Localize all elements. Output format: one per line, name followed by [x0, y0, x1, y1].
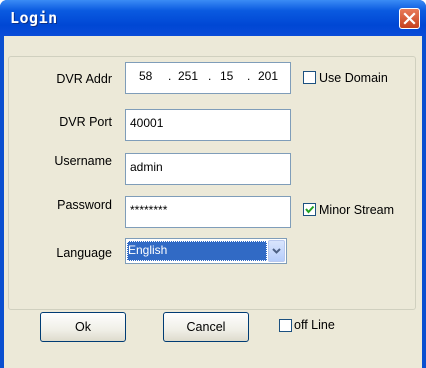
dvr-addr-ip-input[interactable]: 58 . 251 . 15 . 201 [125, 62, 291, 94]
username-label: Username [54, 154, 112, 168]
password-label: Password [57, 198, 112, 212]
language-selected-value: English [127, 241, 267, 261]
title-bar[interactable]: Login [0, 0, 426, 36]
ip-octet-2[interactable]: 251 [178, 69, 198, 83]
language-select[interactable]: English [125, 238, 287, 264]
off-line-label[interactable]: off Line [294, 318, 335, 332]
dialog-title: Login [10, 9, 58, 27]
ok-button[interactable]: Ok [40, 312, 126, 342]
password-input[interactable]: ******** [125, 196, 291, 228]
close-icon [403, 12, 416, 25]
ip-dot: . [168, 69, 172, 83]
ip-octet-1[interactable]: 58 [139, 69, 152, 83]
ip-dot: . [208, 69, 212, 83]
chevron-down-icon [272, 248, 281, 254]
close-button[interactable] [399, 8, 420, 29]
minor-stream-checkbox[interactable] [303, 203, 316, 216]
cancel-button[interactable]: Cancel [163, 312, 249, 342]
dvr-port-input[interactable]: 40001 [125, 109, 291, 141]
username-input[interactable]: admin [125, 153, 291, 185]
language-dropdown-button[interactable] [268, 240, 285, 262]
ip-octet-4[interactable]: 201 [258, 69, 278, 83]
dialog-body: DVR Addr 58 . 251 . 15 . 201 Use Domain … [4, 36, 422, 368]
ip-octet-3[interactable]: 15 [220, 69, 233, 83]
checkmark-icon [305, 205, 315, 214]
dvr-addr-label: DVR Addr [56, 72, 112, 86]
minor-stream-label[interactable]: Minor Stream [319, 203, 394, 217]
use-domain-checkbox[interactable] [303, 71, 316, 84]
language-label: Language [56, 246, 112, 260]
login-dialog: Login DVR Addr 58 . 251 . 15 . 201 Use D… [0, 0, 426, 368]
dvr-port-label: DVR Port [59, 115, 112, 129]
ip-dot: . [247, 69, 251, 83]
off-line-checkbox[interactable] [279, 319, 292, 332]
use-domain-label[interactable]: Use Domain [319, 71, 388, 85]
